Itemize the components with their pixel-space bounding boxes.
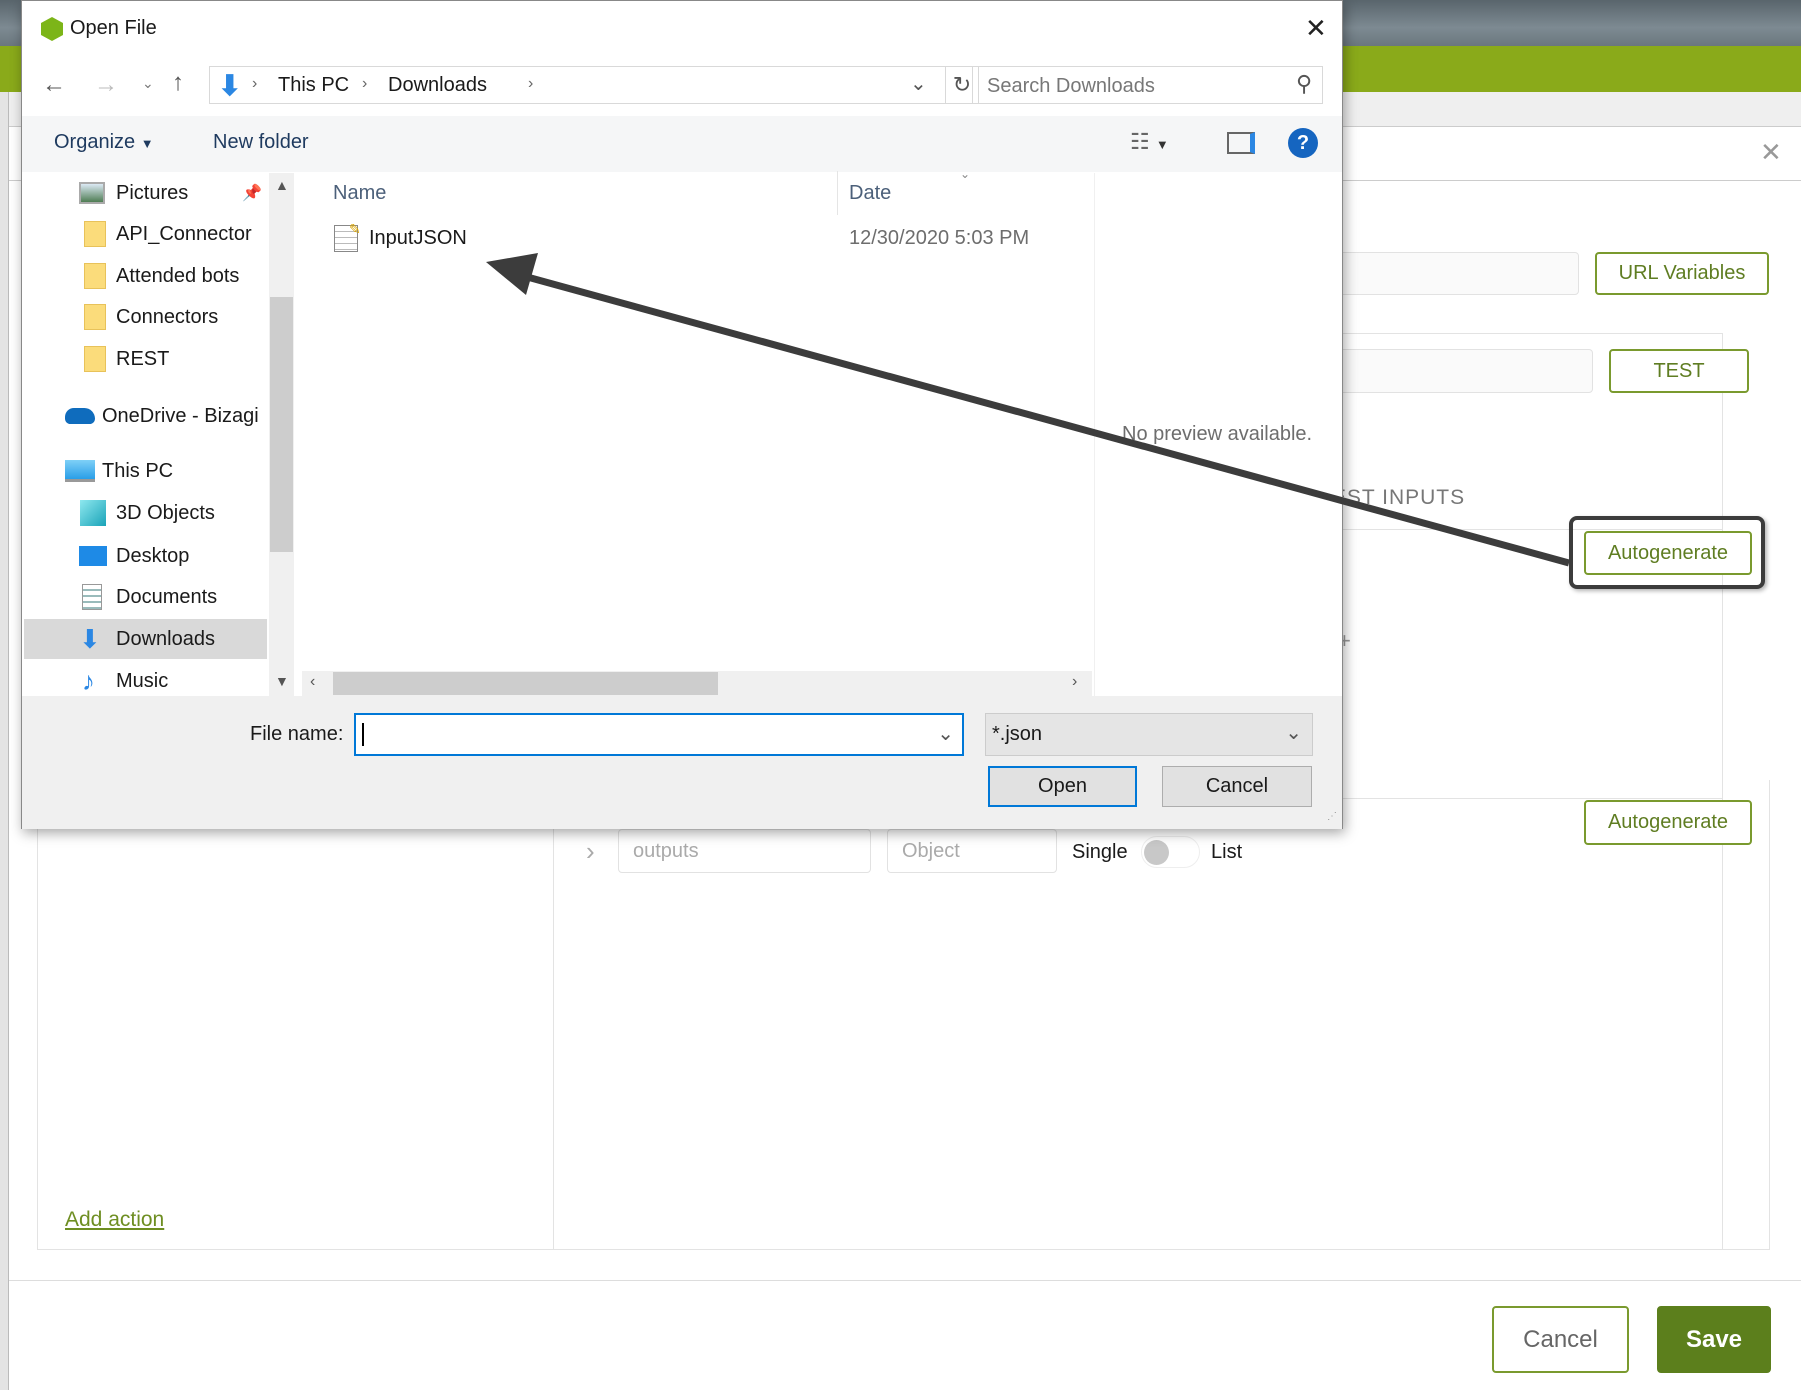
arrowhead (486, 253, 538, 295)
annotation-arrow (486, 253, 1570, 567)
arrow-shaft (519, 271, 1570, 567)
